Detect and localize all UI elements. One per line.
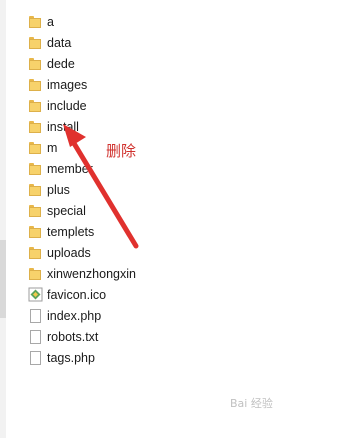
- folder-icon: [28, 266, 43, 281]
- file-name: favicon.ico: [47, 287, 107, 302]
- folder-icon: [28, 119, 43, 134]
- file-name: include: [47, 98, 87, 113]
- folder-icon: [28, 14, 43, 29]
- file-list-item[interactable]: install: [28, 116, 328, 137]
- file-list-item[interactable]: special: [28, 200, 328, 221]
- file-list-item[interactable]: dede: [28, 53, 328, 74]
- file-list-item[interactable]: a: [28, 11, 328, 32]
- folder-icon: [28, 77, 43, 92]
- file-name: special: [47, 203, 86, 218]
- file-name: data: [47, 35, 72, 50]
- file-name: dede: [47, 56, 75, 71]
- annotation-delete-text: 删除: [106, 142, 137, 160]
- file-list-item[interactable]: m: [28, 137, 328, 158]
- file-list-item[interactable]: plus: [28, 179, 328, 200]
- folder-icon: [28, 140, 43, 155]
- file-name: tags.php: [47, 350, 95, 365]
- ico-file-icon: [28, 287, 43, 302]
- left-scrollbar[interactable]: [0, 0, 6, 438]
- file-name: install: [47, 119, 79, 134]
- folder-icon: [28, 245, 43, 260]
- file-list-item[interactable]: xinwenzhongxin: [28, 263, 328, 284]
- file-name: uploads: [47, 245, 91, 260]
- folder-icon: [28, 161, 43, 176]
- file-name: member: [47, 161, 93, 176]
- file-name: robots.txt: [47, 329, 99, 344]
- file-name: images: [47, 77, 88, 92]
- file-list-item[interactable]: data: [28, 32, 328, 53]
- file-list-item[interactable]: tags.php: [28, 347, 328, 368]
- file-name: plus: [47, 182, 70, 197]
- file-name: templets: [47, 224, 95, 239]
- folder-icon: [28, 35, 43, 50]
- file-list-item[interactable]: templets: [28, 221, 328, 242]
- scrollbar-thumb[interactable]: [0, 240, 6, 318]
- file-name: xinwenzhongxin: [47, 266, 136, 281]
- file-list-item[interactable]: robots.txt: [28, 326, 328, 347]
- file-name: a: [47, 14, 54, 29]
- folder-icon: [28, 98, 43, 113]
- file-icon: [30, 308, 41, 323]
- file-list-item[interactable]: uploads: [28, 242, 328, 263]
- watermark: Bai 经验: [230, 397, 273, 410]
- file-list-item[interactable]: favicon.ico: [28, 284, 328, 305]
- file-list: a data dede images include install m member plus…: [28, 11, 328, 368]
- folder-icon: [28, 203, 43, 218]
- file-icon: [30, 329, 41, 344]
- file-list-item[interactable]: include: [28, 95, 328, 116]
- file-list-item[interactable]: index.php: [28, 305, 328, 326]
- folder-icon: [28, 224, 43, 239]
- file-name: index.php: [47, 308, 102, 323]
- folder-icon: [28, 182, 43, 197]
- file-name: m: [47, 140, 58, 155]
- file-list-item[interactable]: images: [28, 74, 328, 95]
- file-icon: [30, 350, 41, 365]
- file-list-item[interactable]: member: [28, 158, 328, 179]
- folder-icon: [28, 56, 43, 71]
